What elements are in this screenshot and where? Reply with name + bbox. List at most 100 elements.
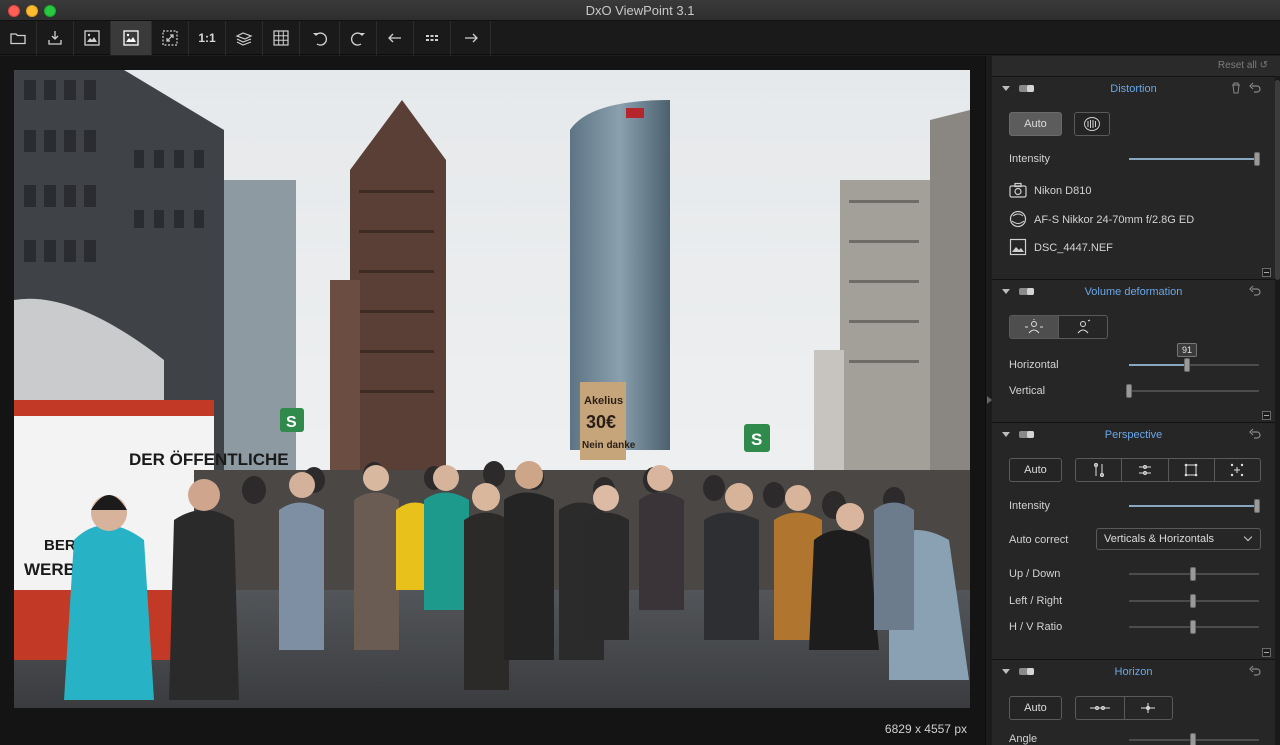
rectangle-icon	[1184, 463, 1198, 477]
perspective-header[interactable]: Perspective	[992, 423, 1275, 447]
horizon-auto-button[interactable]: Auto	[1009, 696, 1062, 720]
distortion-minimize-button[interactable]	[1262, 268, 1271, 277]
lens-profile-icon	[1084, 117, 1100, 131]
perspective-horizontal-button[interactable]	[1122, 459, 1169, 481]
volume-diagonal-button[interactable]	[1059, 316, 1107, 338]
corrected-view-button[interactable]	[111, 21, 152, 55]
svg-text:S: S	[751, 430, 762, 449]
photo-preview[interactable]: DER ÖFFENTLICHE BERLIN WERBEE Akelius 30…	[14, 70, 970, 708]
perspective-section: Perspective Auto Intensity Auto correct …	[992, 422, 1275, 659]
horizon-line-button[interactable]	[1076, 697, 1125, 719]
undo-icon[interactable]	[1249, 82, 1261, 94]
trash-icon[interactable]	[1231, 82, 1241, 94]
undo-icon[interactable]	[1249, 428, 1261, 440]
open-folder-button[interactable]	[0, 21, 37, 55]
toolbar: 1:1	[0, 21, 1280, 55]
street-photo-image: DER ÖFFENTLICHE BERLIN WERBEE Akelius 30…	[14, 70, 970, 708]
image-dimensions: 6829 x 4557 px	[884, 722, 967, 736]
perspective-eight-point-button[interactable]	[1215, 459, 1260, 481]
left-right-slider[interactable]	[1129, 594, 1259, 608]
volume-horizontal-label: Horizontal	[1009, 359, 1059, 371]
file-image-icon	[1009, 238, 1027, 256]
rotate-left-icon	[312, 32, 327, 46]
panel-splitter[interactable]	[985, 56, 992, 745]
horizon-mode-toggle	[1075, 696, 1173, 720]
folder-icon	[10, 33, 26, 45]
perspective-intensity-slider[interactable]	[1129, 499, 1260, 513]
actual-size-icon: 1:1	[198, 31, 216, 45]
vertical-lines-icon	[1093, 463, 1104, 477]
svg-text:Nein danke: Nein danke	[582, 440, 636, 451]
before-after-button[interactable]	[74, 21, 111, 55]
undo-icon[interactable]	[1249, 285, 1261, 297]
actual-size-button[interactable]: 1:1	[189, 21, 226, 55]
distortion-intensity-slider[interactable]	[1129, 152, 1260, 166]
svg-text:30€: 30€	[586, 412, 616, 432]
image-view-icon	[123, 30, 139, 46]
horizon-vertical-button[interactable]	[1125, 697, 1173, 719]
lens-profile-button[interactable]	[1074, 112, 1110, 136]
fit-to-screen-icon	[162, 30, 178, 46]
fit-to-screen-button[interactable]	[152, 21, 189, 55]
perspective-intensity-label: Intensity	[1009, 500, 1050, 512]
volume-header[interactable]: Volume deformation	[992, 280, 1275, 304]
horizontal-lines-icon	[1138, 465, 1151, 475]
auto-correct-dropdown[interactable]: Verticals & Horizontals	[1096, 528, 1261, 550]
next-image-button[interactable]	[451, 21, 491, 55]
camera-model: Nikon D810	[1034, 185, 1092, 197]
perspective-auto-button[interactable]: Auto	[1009, 458, 1062, 482]
eight-point-icon	[1231, 463, 1244, 477]
lens-icon	[1009, 210, 1027, 228]
export-icon	[48, 31, 62, 45]
horizon-header[interactable]: Horizon	[992, 660, 1275, 684]
volume-horizontal-value: 91	[1177, 343, 1197, 357]
rotate-right-icon	[350, 32, 365, 46]
up-down-label: Up / Down	[1009, 568, 1061, 580]
distortion-intensity-label: Intensity	[1009, 153, 1050, 165]
distortion-header[interactable]: Distortion	[992, 77, 1275, 101]
rotate-left-button[interactable]	[300, 21, 340, 55]
auto-correct-label: Auto correct	[1009, 534, 1069, 546]
undo-icon[interactable]	[1249, 665, 1261, 677]
camera-icon	[1009, 182, 1027, 198]
volume-cylindrical-button[interactable]	[1010, 316, 1059, 338]
volume-horizontal-slider[interactable]: 91	[1129, 343, 1259, 372]
chevron-down-icon	[1243, 532, 1253, 542]
perspective-vertical-button[interactable]	[1076, 459, 1123, 481]
rotate-right-button[interactable]	[340, 21, 377, 55]
filmstrip-icon	[426, 35, 438, 41]
grid-button[interactable]	[263, 21, 300, 55]
distortion-section: Distortion Auto Intensity Nikon D810 AF-…	[992, 76, 1275, 279]
compare-icon	[235, 32, 253, 46]
auto-correct-value: Verticals & Horizontals	[1104, 533, 1215, 545]
perspective-minimize-button[interactable]	[1262, 648, 1271, 657]
horizon-angle-label: Angle	[1009, 733, 1038, 745]
reset-all-label: Reset all	[1217, 60, 1257, 71]
volume-vertical-label: Vertical	[1009, 385, 1046, 397]
horizon-angle-slider[interactable]	[1129, 733, 1259, 745]
compare-button[interactable]	[226, 21, 263, 55]
person-cylindrical-icon	[1025, 319, 1043, 334]
previous-icon	[388, 33, 401, 43]
hv-ratio-slider[interactable]	[1129, 620, 1259, 634]
up-down-slider[interactable]	[1129, 567, 1259, 581]
perspective-mode-toggle	[1075, 458, 1261, 482]
volume-minimize-button[interactable]	[1262, 411, 1271, 420]
perspective-rectangle-button[interactable]	[1169, 459, 1215, 481]
distortion-auto-button[interactable]: Auto	[1009, 112, 1062, 136]
svg-text:Akelius: Akelius	[584, 395, 623, 407]
window-title: DxO ViewPoint 3.1	[585, 3, 695, 18]
before-after-icon	[84, 30, 100, 46]
volume-vertical-slider[interactable]	[1126, 384, 1259, 398]
export-button[interactable]	[37, 21, 74, 55]
scrollbar-thumb[interactable]	[1275, 80, 1280, 280]
person-diagonal-icon	[1077, 319, 1091, 334]
hv-ratio-label: H / V Ratio	[1009, 621, 1063, 633]
horizon-line-icon	[1089, 706, 1110, 710]
filmstrip-button[interactable]	[414, 21, 451, 55]
reset-all-button[interactable]: Reset all ↺	[992, 56, 1280, 76]
corrections-panel: Reset all ↺ Distortion Auto Intensity Ni…	[992, 56, 1280, 745]
image-viewer[interactable]: DER ÖFFENTLICHE BERLIN WERBEE Akelius 30…	[0, 56, 985, 745]
previous-image-button[interactable]	[377, 21, 414, 55]
panel-scrollbar[interactable]	[1275, 76, 1280, 745]
